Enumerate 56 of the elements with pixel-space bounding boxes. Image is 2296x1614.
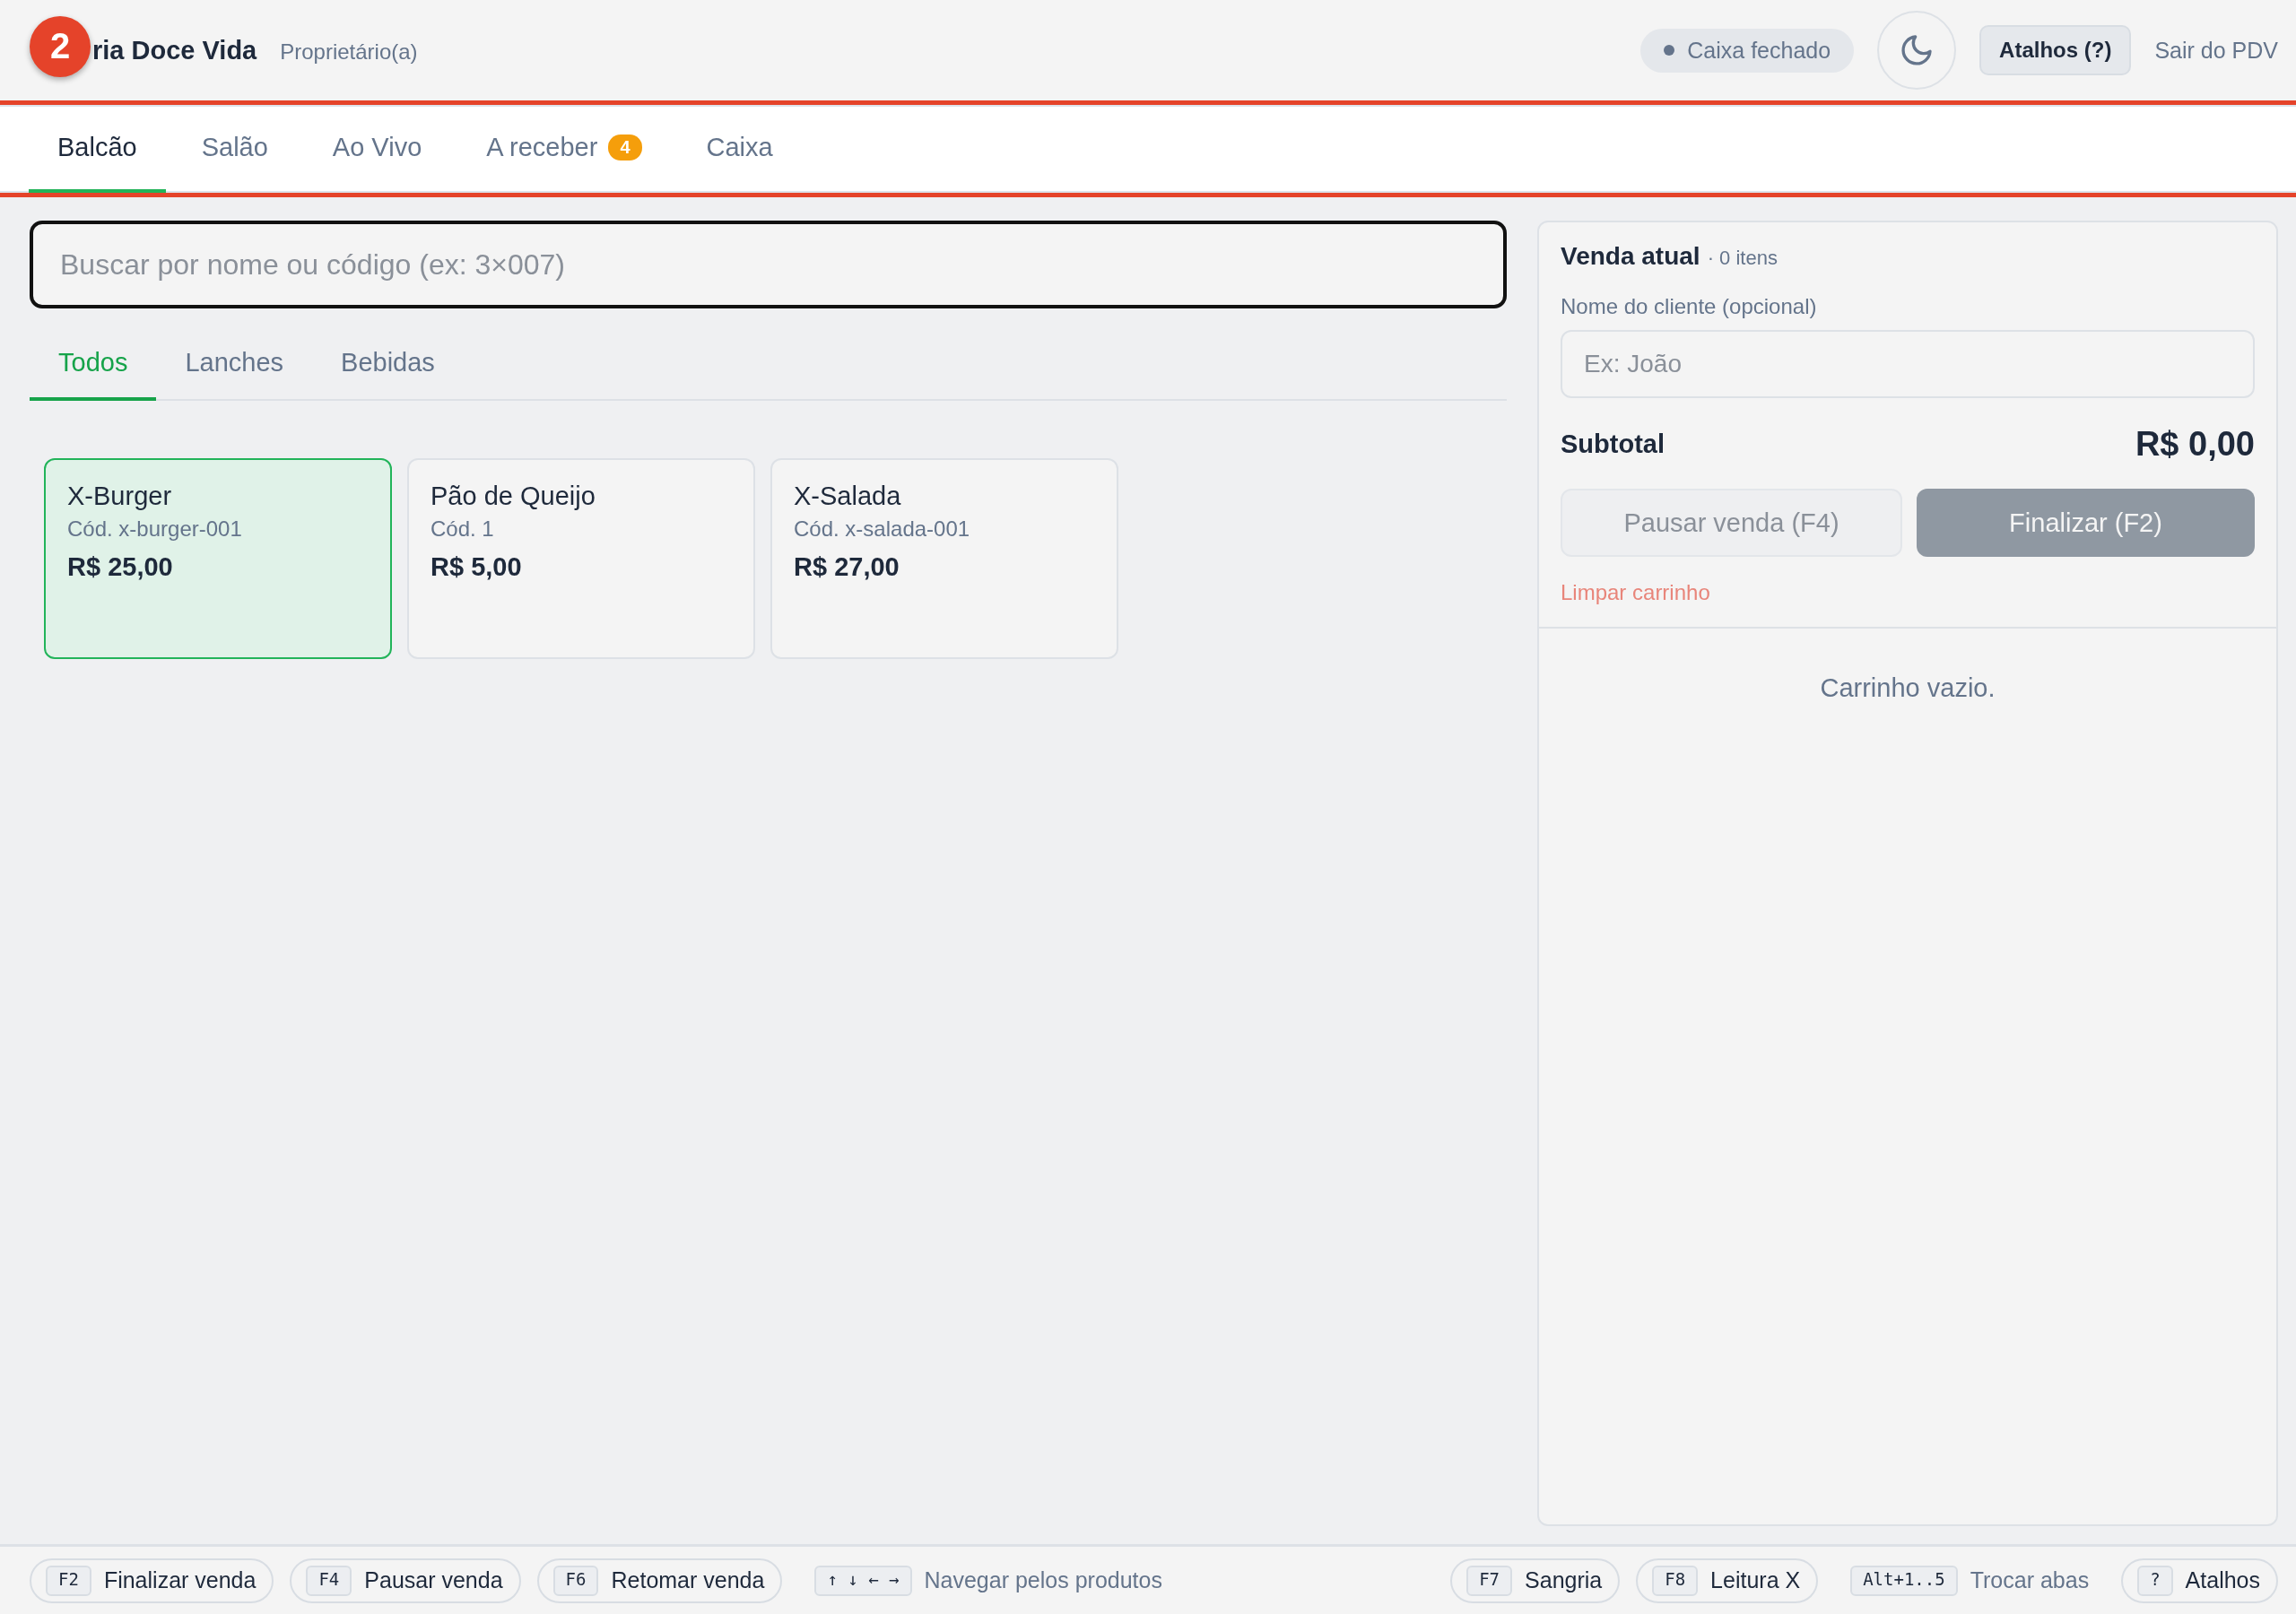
step-number-badge: 2 [30, 15, 91, 77]
key-cap: ? [2137, 1565, 2173, 1596]
tab[interactable]: Caixa [677, 105, 802, 193]
category-tab[interactable]: Lanches [156, 328, 313, 401]
customer-name-field[interactable]: Ex: João [1561, 330, 2255, 398]
key-cap: F4 [306, 1565, 352, 1596]
product-name: Pão de Queijo [430, 482, 596, 511]
tab[interactable]: Ao Vivo [303, 105, 451, 193]
shortcuts-button[interactable]: Atalhos (?) [1979, 25, 2132, 75]
product-price: R$ 5,00 [430, 552, 522, 582]
shortcut-hint[interactable]: F2 Finalizar venda [30, 1558, 274, 1603]
shortcut-label: Retomar venda [611, 1567, 765, 1593]
shortcut-label: Trocar abas [1970, 1567, 2090, 1593]
tab[interactable]: A receber 4 [457, 105, 671, 193]
shortcut-hint[interactable]: ? Atalhos [2121, 1558, 2278, 1603]
subtotal-label: Subtotal [1561, 430, 1665, 459]
shortcut-label: Atalhos [2185, 1567, 2260, 1593]
key-cap: F7 [1466, 1565, 1513, 1596]
sale-title: Venda atual [1561, 242, 1700, 271]
tab[interactable]: Salão [172, 105, 297, 193]
shortcut-hint[interactable]: F8 Leitura X [1636, 1558, 1819, 1603]
shortcut-hint[interactable]: F4 Pausar venda [290, 1558, 521, 1603]
item-count: · 0 itens [1707, 247, 1778, 270]
shortcut-label: Sangria [1525, 1567, 1603, 1593]
shortcut-label: Navegar pelos produtos [924, 1567, 1162, 1593]
product-price: R$ 27,00 [794, 552, 900, 582]
count-badge: 4 [608, 134, 642, 161]
key-cap: F8 [1652, 1565, 1699, 1596]
key-cap: F6 [552, 1565, 599, 1596]
product-code: Cód. 1 [430, 516, 494, 542]
store-name: ria Doce Vida [92, 35, 257, 65]
key-cap: F2 [46, 1565, 91, 1596]
tab[interactable]: Balcão [29, 105, 166, 193]
product-code: Cód. x-burger-001 [67, 516, 242, 542]
search-field[interactable]: Buscar por nome ou código (ex: 3×007) [30, 221, 1507, 308]
product-price: R$ 25,00 [67, 552, 173, 582]
exit-link[interactable]: Sair do PDV [2154, 37, 2278, 64]
empty-cart-message: Carrinho vazio. [1820, 673, 1996, 703]
subtotal-value: R$ 0,00 [2135, 425, 2255, 464]
shortcut-hint[interactable]: F6 Retomar venda [536, 1558, 783, 1603]
shortcut-hint[interactable]: F7 Sangria [1450, 1558, 1621, 1603]
shortcut-label: Pausar venda [364, 1567, 503, 1593]
user-role: Proprietário(a) [280, 39, 418, 65]
key-cap: ↑ ↓ ← → [814, 1565, 912, 1596]
product-card[interactable]: X-Salada Cód. x-salada-001 R$ 27,00 [770, 458, 1118, 659]
product-card[interactable]: Pão de Queijo Cód. 1 R$ 5,00 [407, 458, 755, 659]
key-cap: Alt+1..5 [1850, 1565, 1958, 1596]
shortcut-label: Finalizar venda [103, 1567, 257, 1593]
product-name: X-Burger [67, 482, 172, 511]
product-name: X-Salada [794, 482, 901, 511]
customer-label: Nome do cliente (opcional) [1561, 294, 1817, 319]
product-code: Cód. x-salada-001 [794, 516, 970, 542]
category-tab[interactable]: Bebidas [312, 328, 464, 401]
product-card[interactable]: X-Burger Cód. x-burger-001 R$ 25,00 [44, 458, 392, 659]
shortcut-label: Leitura X [1710, 1567, 1801, 1593]
cash-status-badge: Caixa fechado [1640, 28, 1855, 73]
